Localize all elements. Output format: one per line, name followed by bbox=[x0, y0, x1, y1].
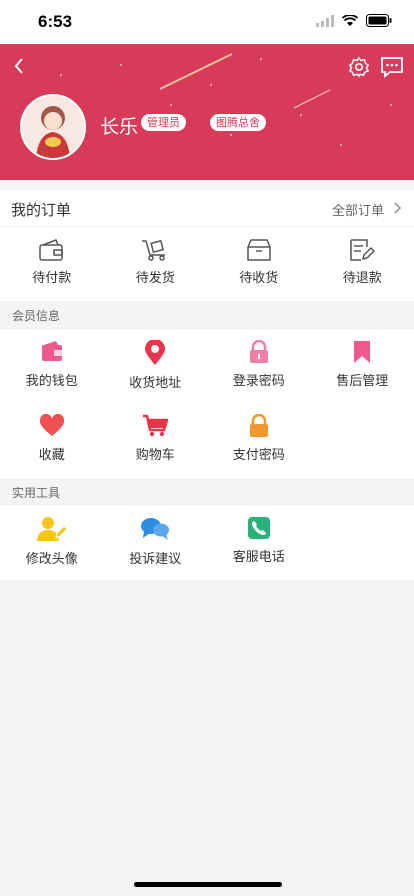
shopping-cart[interactable]: 购物车 bbox=[104, 404, 208, 478]
status-time: 6:53 bbox=[38, 12, 73, 31]
signal-icon bbox=[316, 14, 334, 27]
order-pending-payment[interactable]: 待付款 bbox=[0, 227, 104, 301]
edit-user-icon bbox=[36, 517, 67, 541]
status-bar: 6:53 bbox=[0, 0, 414, 44]
refund-edit-icon bbox=[350, 239, 376, 261]
after-sales-label: 售后管理 bbox=[336, 374, 389, 389]
message-icon[interactable] bbox=[380, 56, 404, 78]
box-icon bbox=[247, 239, 271, 261]
shopping-cart-label: 购物车 bbox=[135, 448, 175, 463]
order-pending-refund-label: 待退款 bbox=[342, 271, 382, 286]
back-button[interactable] bbox=[10, 56, 30, 76]
user-name: 长乐 bbox=[100, 116, 139, 138]
heart-icon bbox=[39, 414, 64, 436]
role-badge-admin: 管理员 bbox=[141, 114, 186, 131]
my-wallet-label: 我的钱包 bbox=[25, 374, 78, 389]
login-password[interactable]: 登录密码 bbox=[207, 330, 311, 404]
customer-service-phone[interactable]: 客服电话 bbox=[207, 506, 311, 580]
favorites[interactable]: 收藏 bbox=[0, 404, 104, 478]
shooting-star-decoration bbox=[159, 53, 233, 90]
settings-gear-icon[interactable] bbox=[348, 56, 370, 78]
login-password-label: 登录密码 bbox=[232, 374, 285, 389]
after-sales[interactable]: 售后管理 bbox=[311, 330, 414, 404]
chevron-right-icon bbox=[394, 202, 402, 214]
cart-dolly-icon bbox=[142, 239, 166, 261]
status-icons bbox=[316, 14, 392, 27]
order-pending-payment-label: 待付款 bbox=[32, 271, 72, 286]
edit-avatar[interactable]: 修改头像 bbox=[0, 506, 104, 580]
favorites-label: 收藏 bbox=[38, 448, 65, 463]
order-pending-shipment[interactable]: 待发货 bbox=[104, 227, 208, 301]
order-pending-shipment-label: 待发货 bbox=[135, 271, 175, 286]
lock-icon bbox=[249, 340, 268, 363]
tools-grid: 修改头像 投诉建议 客服电话 bbox=[0, 506, 414, 580]
order-pending-refund[interactable]: 待退款 bbox=[311, 227, 414, 301]
shipping-address[interactable]: 收货地址 bbox=[104, 330, 208, 404]
shooting-star-decoration-small bbox=[293, 89, 331, 109]
edit-avatar-label: 修改头像 bbox=[25, 552, 78, 567]
avatar[interactable] bbox=[20, 94, 86, 160]
my-wallet[interactable]: 我的钱包 bbox=[0, 330, 104, 404]
chat-bubbles-icon bbox=[141, 518, 170, 540]
orders-title: 我的订单 bbox=[11, 201, 72, 219]
customer-service-phone-label: 客服电话 bbox=[232, 550, 285, 565]
shopping-cart-icon bbox=[143, 414, 169, 437]
member-section-title: 会员信息 bbox=[12, 309, 61, 323]
wallet-icon bbox=[39, 239, 63, 261]
location-pin-icon bbox=[145, 340, 166, 365]
order-pending-receipt[interactable]: 待收货 bbox=[207, 227, 311, 301]
order-pending-receipt-label: 待收货 bbox=[239, 271, 279, 286]
battery-icon bbox=[366, 14, 392, 27]
wifi-icon bbox=[342, 14, 358, 26]
wallet-icon bbox=[41, 341, 62, 361]
avatar-illustration bbox=[22, 96, 84, 158]
complaints-suggestions-label: 投诉建议 bbox=[129, 552, 182, 567]
complaints-suggestions[interactable]: 投诉建议 bbox=[104, 506, 208, 580]
role-badge-group: 图腾总舍 bbox=[210, 114, 266, 131]
payment-password[interactable]: 支付密码 bbox=[207, 404, 311, 478]
tools-section-title: 实用工具 bbox=[12, 486, 61, 500]
payment-password-label: 支付密码 bbox=[232, 448, 285, 463]
profile-header: 长乐 管理员 图腾总舍 bbox=[0, 44, 414, 180]
orders-grid: 待付款 待发货 待收货 待退款 bbox=[0, 227, 414, 301]
shipping-address-label: 收货地址 bbox=[129, 376, 182, 391]
lock-icon bbox=[249, 414, 268, 437]
member-grid: 我的钱包 收货地址 登录密码 售后管理 收藏 购物车 支付密码 bbox=[0, 330, 414, 478]
orders-header[interactable]: 我的订单 全部订单 bbox=[0, 190, 414, 227]
all-orders-link[interactable]: 全部订单 bbox=[332, 200, 384, 219]
phone-icon bbox=[247, 517, 270, 539]
bookmark-icon bbox=[354, 341, 371, 363]
home-indicator[interactable] bbox=[134, 882, 282, 887]
tools-empty-slot bbox=[311, 506, 414, 580]
